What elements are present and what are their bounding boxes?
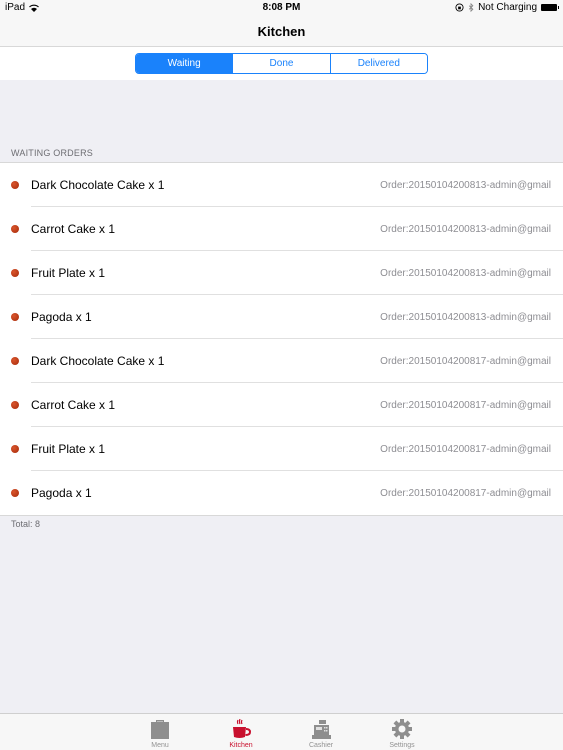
order-row[interactable]: Dark Chocolate Cake x 1 Order:2015010420… — [0, 339, 563, 383]
charging-status: Not Charging — [478, 2, 537, 13]
item-name: Carrot Cake x 1 — [31, 222, 116, 236]
order-id: Order:20150104200817-admin@gmail — [380, 488, 551, 499]
item-name: Fruit Plate x 1 — [31, 442, 106, 456]
section-header: WAITING ORDERS — [11, 148, 93, 158]
order-id: Order:20150104200817-admin@gmail — [380, 444, 551, 455]
total-count: Total: 8 — [11, 519, 41, 529]
order-id: Order:20150104200817-admin@gmail — [380, 356, 551, 367]
order-row[interactable]: Carrot Cake x 1 Order:20150104200813-adm… — [0, 207, 563, 251]
item-name: Pagoda x 1 — [31, 310, 92, 324]
battery-icon — [541, 4, 559, 11]
cash-register-icon — [312, 720, 331, 739]
orders-list: Dark Chocolate Cake x 1 Order:2015010420… — [0, 162, 563, 516]
order-id: Order:20150104200813-admin@gmail — [380, 180, 551, 191]
tab-label: Kitchen — [229, 742, 253, 749]
order-row[interactable]: Pagoda x 1 Order:20150104200813-admin@gm… — [0, 295, 563, 339]
clipboard-icon — [151, 720, 169, 739]
navigation-bar: Kitchen — [0, 16, 563, 47]
status-dot-icon — [11, 401, 19, 409]
order-row[interactable]: Carrot Cake x 1 Order:20150104200817-adm… — [0, 383, 563, 427]
tab-label: Settings — [389, 742, 415, 749]
tab-label: Cashier — [308, 742, 334, 749]
order-status-segmented-control: Waiting Done Delivered — [135, 53, 428, 74]
status-bar: iPad 8:08 PM Not Charging — [0, 0, 563, 16]
tab-bar: Menu Kitchen Cashier Settings — [0, 713, 563, 750]
status-dot-icon — [11, 489, 19, 497]
segment-waiting[interactable]: Waiting — [136, 54, 234, 73]
item-name: Dark Chocolate Cake x 1 — [31, 178, 165, 192]
orientation-lock-icon — [455, 3, 464, 12]
item-name: Pagoda x 1 — [31, 486, 92, 500]
status-dot-icon — [11, 269, 19, 277]
order-row[interactable]: Pagoda x 1 Order:20150104200817-admin@gm… — [0, 471, 563, 515]
tab-menu[interactable]: Menu — [130, 717, 190, 749]
gear-icon — [392, 719, 412, 739]
status-dot-icon — [11, 445, 19, 453]
coffee-cup-icon — [233, 719, 251, 738]
item-name: Fruit Plate x 1 — [31, 266, 106, 280]
item-name: Carrot Cake x 1 — [31, 398, 116, 412]
order-id: Order:20150104200813-admin@gmail — [380, 312, 551, 323]
status-dot-icon — [11, 225, 19, 233]
status-dot-icon — [11, 357, 19, 365]
tab-cashier[interactable]: Cashier — [291, 717, 351, 749]
order-id: Order:20150104200813-admin@gmail — [380, 268, 551, 279]
segment-bar: Waiting Done Delivered — [0, 47, 563, 80]
bluetooth-icon — [468, 3, 474, 12]
status-dot-icon — [11, 181, 19, 189]
order-id: Order:20150104200813-admin@gmail — [380, 224, 551, 235]
order-row[interactable]: Fruit Plate x 1 Order:20150104200817-adm… — [0, 427, 563, 471]
order-row[interactable]: Dark Chocolate Cake x 1 Order:2015010420… — [0, 163, 563, 207]
order-row[interactable]: Fruit Plate x 1 Order:20150104200813-adm… — [0, 251, 563, 295]
tab-settings[interactable]: Settings — [372, 717, 432, 749]
order-id: Order:20150104200817-admin@gmail — [380, 400, 551, 411]
segment-done[interactable]: Done — [233, 54, 331, 73]
segment-delivered[interactable]: Delivered — [330, 54, 427, 73]
tab-kitchen[interactable]: Kitchen — [211, 717, 271, 749]
page-title: Kitchen — [257, 24, 306, 39]
item-name: Dark Chocolate Cake x 1 — [31, 354, 165, 368]
status-dot-icon — [11, 313, 19, 321]
tab-label: Menu — [151, 742, 169, 749]
